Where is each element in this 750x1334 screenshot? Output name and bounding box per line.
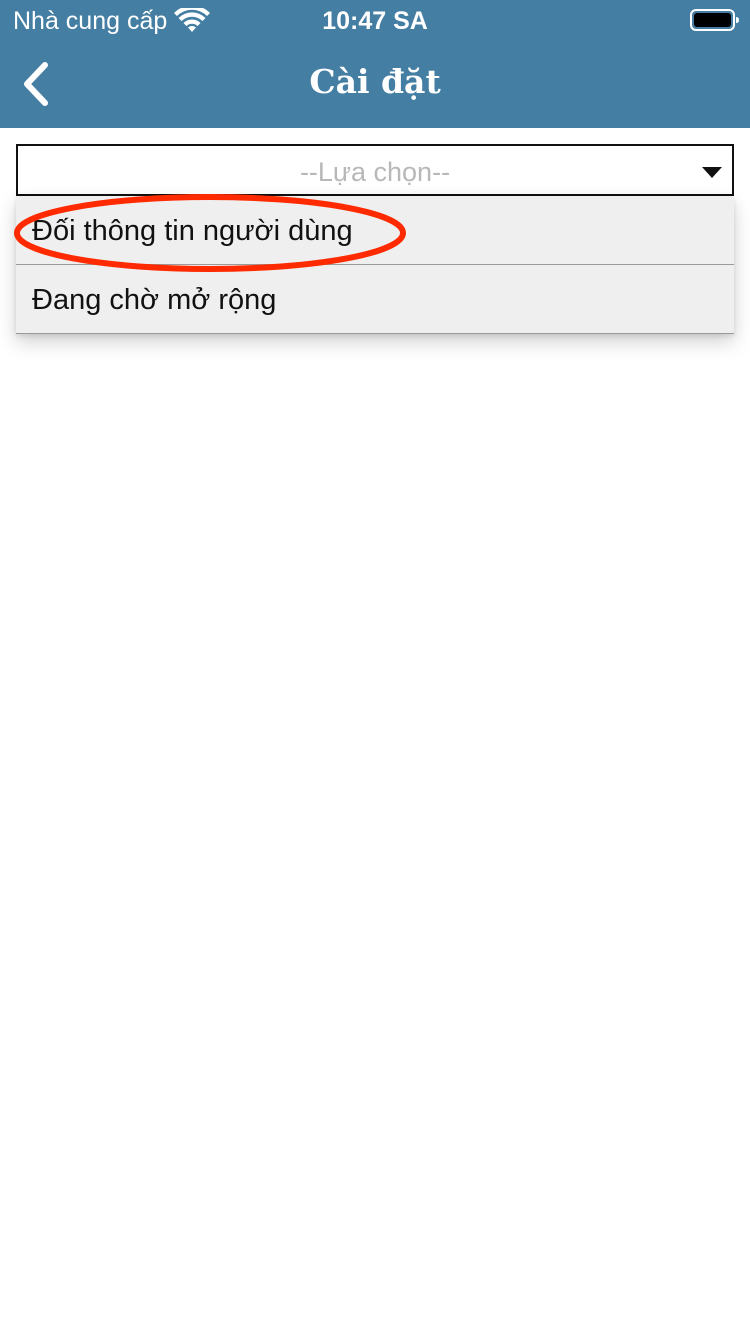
select-placeholder: --Lựa chọn--	[299, 157, 451, 187]
settings-screen: Nhà cung cấp 10:47 SA Cài đặt --Lựa chọn…	[0, 0, 750, 1334]
navigation-bar: Cài đặt	[0, 40, 750, 128]
menu-item-label: Đối thông tin người dùng	[32, 215, 353, 247]
caret-down-icon	[702, 167, 722, 178]
page-title: Cài đặt	[309, 62, 441, 101]
menu-item-pending-extension[interactable]: Đang chờ mở rộng	[16, 265, 734, 334]
status-bar: Nhà cung cấp 10:47 SA	[0, 0, 750, 40]
menu-item-change-user-info[interactable]: Đối thông tin người dùng	[16, 196, 734, 265]
battery-icon	[690, 9, 739, 31]
status-time: 10:47 SA	[322, 7, 428, 35]
header: Nhà cung cấp 10:47 SA Cài đặt	[0, 0, 750, 128]
option-select[interactable]: --Lựa chọn--	[16, 144, 734, 196]
dropdown-menu: Đối thông tin người dùng Đang chờ mở rộn…	[16, 196, 734, 334]
menu-item-label: Đang chờ mở rộng	[32, 284, 277, 316]
